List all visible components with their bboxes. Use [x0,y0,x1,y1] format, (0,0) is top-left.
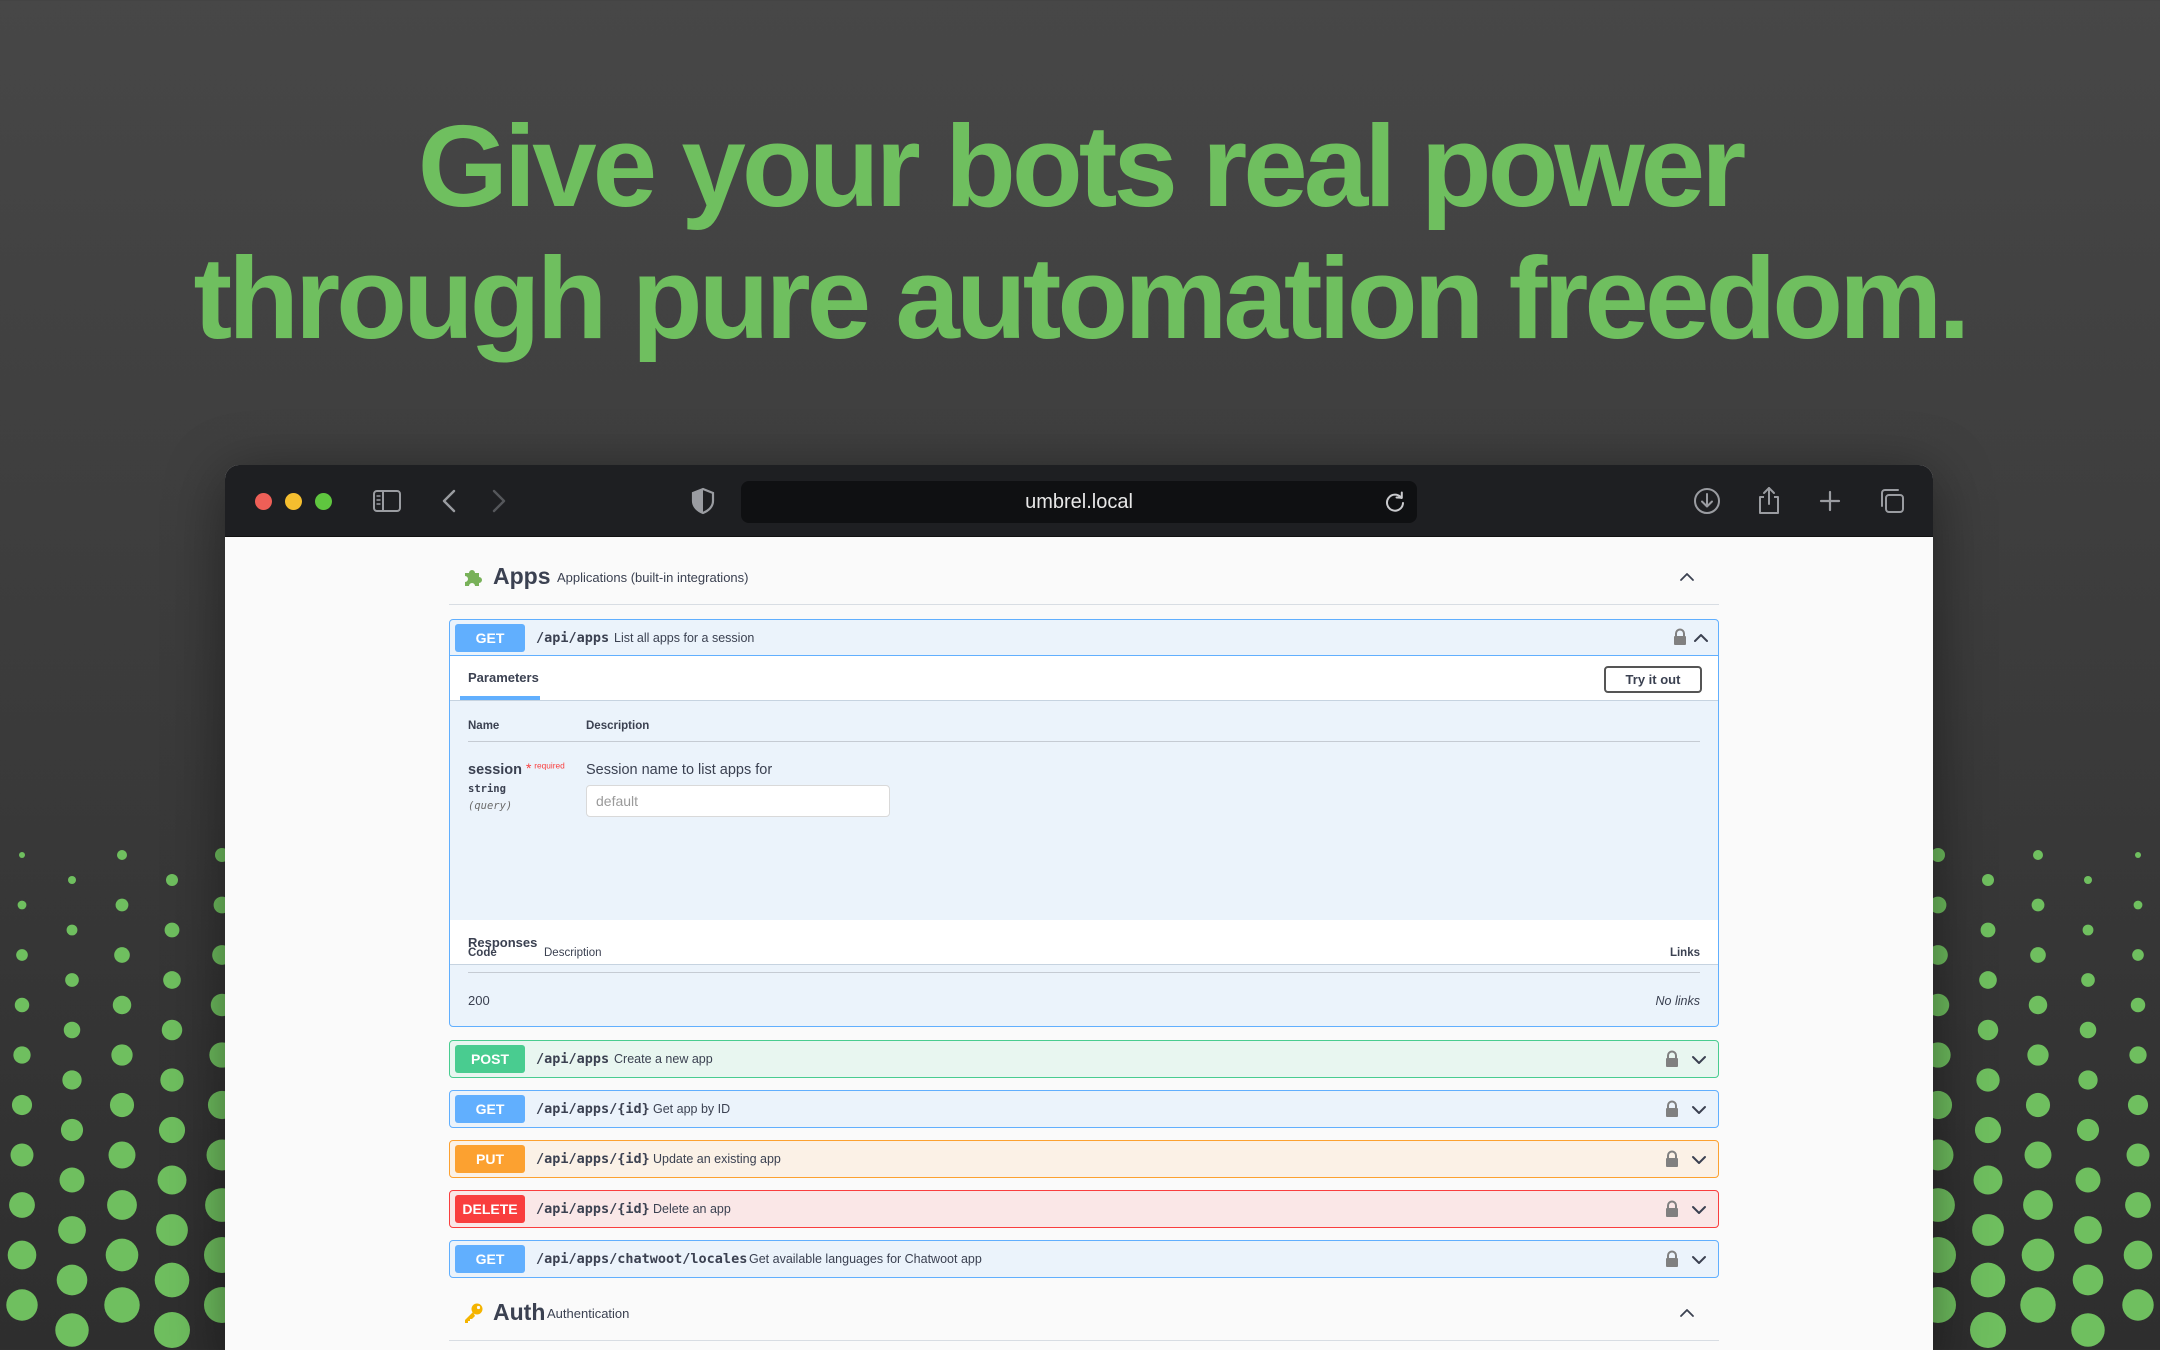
operation-path: /api/apps/{id} [536,1101,650,1117]
reload-icon[interactable] [1381,488,1409,516]
shield-icon[interactable] [687,485,719,517]
zoom-window-button[interactable] [315,493,332,510]
response-code: 200 [468,993,490,1008]
apps-section-title: Apps [493,563,551,589]
method-badge: GET [455,624,525,652]
operation-path: /api/apps/{id} [536,1151,650,1167]
back-icon[interactable] [434,485,466,517]
lock-icon[interactable] [1664,1250,1680,1268]
operation-get-api-apps-expanded: GET /api/apps List all apps for a sessio… [449,619,1719,1027]
address-bar[interactable]: umbrel.local [741,481,1417,523]
headline-line-2: through pure automation freedom. [193,233,1970,363]
operation-description: List all apps for a session [614,631,755,645]
chevron-down-icon[interactable] [1690,1051,1708,1069]
chevron-down-icon[interactable] [1690,1251,1708,1269]
chevron-down-icon[interactable] [1690,1201,1708,1219]
operation-put-api-apps-id[interactable]: PUT /api/apps/{id} Update an existing ap… [449,1140,1719,1178]
auth-section-title: Auth [493,1299,546,1325]
responses-header-links: Links [1669,947,1700,959]
new-tab-icon[interactable] [1814,485,1846,517]
chevron-down-icon[interactable] [1690,1101,1708,1119]
try-it-out-button[interactable]: Try it out [1604,666,1702,693]
method-badge: GET [455,1245,525,1273]
method-badge: POST [455,1045,525,1073]
param-description: Session name to list apps for [586,762,773,778]
chevron-up-icon[interactable] [1677,1303,1697,1323]
minimize-window-button[interactable] [285,493,302,510]
apps-section-subtitle: Applications (built-in integrations) [557,570,749,585]
lock-icon[interactable] [1664,1200,1680,1218]
headline-line-1: Give your bots real power [417,101,1747,231]
puzzle-icon [461,565,485,589]
method-badge: PUT [455,1145,525,1173]
lock-icon[interactable] [1664,1100,1680,1118]
operation-post-api-apps[interactable]: POST /api/apps Create a new app [449,1040,1719,1078]
divider [468,972,1700,973]
responses-bar: Responses [450,920,1718,965]
tab-parameters[interactable]: Parameters [468,670,539,685]
required-badge: * required [526,760,565,776]
session-input[interactable]: default [586,785,890,817]
headline: Give your bots real power through pure a… [0,100,2160,364]
chevron-up-icon[interactable] [1677,567,1697,587]
auth-section-header[interactable]: Auth Authentication [449,1285,1719,1341]
responses-header-code: Code [468,947,497,959]
divider [468,741,1700,742]
param-name: session [468,762,522,778]
download-icon[interactable] [1691,485,1723,517]
url-text: umbrel.local [1025,491,1133,513]
operation-delete-api-apps-id[interactable]: DELETE /api/apps/{id} Delete an app [449,1190,1719,1228]
apps-section-header[interactable]: Apps Applications (built-in integrations… [449,549,1719,605]
active-tab-indicator [460,696,540,700]
operation-get-api-apps-id[interactable]: GET /api/apps/{id} Get app by ID [449,1090,1719,1128]
method-badge: GET [455,1095,525,1123]
param-location: (query) [468,800,513,812]
operation-get-api-apps-chatwoot-locales[interactable]: GET /api/apps/chatwoot/locales Get avail… [449,1240,1719,1278]
operation-path: /api/apps/{id} [536,1201,650,1217]
operation-description: Update an existing app [653,1152,781,1166]
operation-description: Create a new app [614,1052,713,1066]
method-badge: DELETE [455,1195,525,1223]
chevron-down-icon[interactable] [1690,1151,1708,1169]
operation-path: /api/apps [536,1051,610,1067]
key-icon [461,1301,485,1325]
response-links: No links [1655,994,1700,1008]
operation-description: Get app by ID [653,1102,731,1116]
forward-icon[interactable] [482,485,514,517]
params-header-description: Description [586,720,650,732]
close-window-button[interactable] [255,493,272,510]
chevron-up-icon[interactable] [1692,629,1710,647]
page-content: Apps Applications (built-in integrations… [225,537,1933,1350]
auth-section-subtitle: Authentication [547,1306,630,1321]
lock-icon[interactable] [1664,1050,1680,1068]
sidebar-icon[interactable] [371,485,403,517]
param-type: string [468,783,506,795]
operation-description: Delete an app [653,1202,731,1216]
operation-path: /api/apps/chatwoot/locales [536,1251,748,1267]
parameters-bar: Parameters Try it out [450,656,1718,701]
responses-header-description: Description [544,947,602,959]
browser-toolbar: umbrel.local [225,465,1933,537]
tab-overview-icon[interactable] [1876,485,1908,517]
operation-summary[interactable]: GET /api/apps List all apps for a sessio… [450,620,1718,656]
operation-path: /api/apps [536,630,610,646]
operation-description: Get available languages for Chatwoot app [749,1252,982,1266]
lock-icon[interactable] [1672,628,1688,646]
lock-icon[interactable] [1664,1150,1680,1168]
share-icon[interactable] [1753,485,1785,517]
params-header-name: Name [468,720,500,732]
browser-window: umbrel.local Apps Applications (built-in… [225,465,1933,1350]
